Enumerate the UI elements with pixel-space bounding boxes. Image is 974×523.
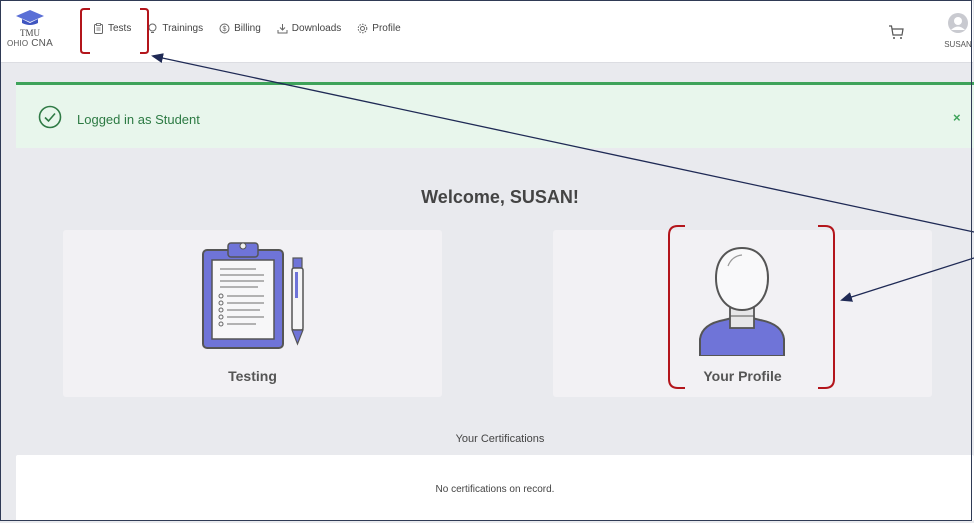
nav-tests-label: Tests	[108, 23, 132, 34]
profile-card[interactable]: Your Profile	[553, 230, 932, 397]
certifications-title: Your Certifications	[455, 433, 545, 445]
certifications-empty: No certifications on record.	[435, 484, 555, 495]
nav-billing-label: Billing	[234, 23, 261, 34]
main-nav: Tests Trainings $ Billing Downloads Prof…	[93, 23, 417, 34]
logo-state: OHIO CNA	[7, 38, 53, 49]
nav-billing[interactable]: $ Billing	[219, 23, 261, 34]
gear-icon	[357, 23, 368, 34]
welcome-heading: Welcome, SUSAN!	[421, 187, 579, 207]
alert-message: Logged in as Student	[77, 112, 200, 127]
certifications-panel: No certifications on record.	[16, 455, 974, 521]
profile-card-label: Your Profile	[703, 368, 782, 384]
nav-trainings[interactable]: Trainings	[147, 23, 203, 34]
user-name: SUSAN	[944, 40, 972, 49]
svg-text:$: $	[223, 26, 227, 33]
lightbulb-icon	[148, 23, 157, 33]
graduation-cap-icon	[16, 10, 44, 25]
user-menu[interactable]: SUSAN	[941, 13, 974, 49]
user-profile-icon	[699, 246, 785, 356]
nav-profile-label: Profile	[372, 23, 401, 34]
nav-tests[interactable]: Tests	[93, 23, 131, 34]
logo[interactable]: TMU OHIO CNA	[7, 9, 53, 57]
nav-trainings-label: Trainings	[162, 23, 204, 34]
clipboard-pen-icon	[202, 242, 304, 349]
avatar-icon	[948, 13, 968, 33]
nav-profile[interactable]: Profile	[357, 23, 401, 34]
testing-card[interactable]: Testing	[63, 230, 442, 397]
clipboard-icon	[94, 23, 103, 34]
testing-card-label: Testing	[228, 368, 277, 384]
dollar-icon: $	[219, 23, 230, 34]
cart-icon	[889, 25, 904, 39]
check-circle-icon	[38, 105, 62, 129]
logo-tmu: TMU	[20, 28, 40, 38]
alert-close-button[interactable]: ×	[953, 110, 961, 125]
cart-button[interactable]	[888, 25, 904, 45]
top-navbar: TMU OHIO CNA Tests Trainings $ Billing D…	[1, 1, 973, 63]
login-alert: Logged in as Student ×	[16, 82, 974, 148]
nav-downloads[interactable]: Downloads	[277, 23, 341, 34]
download-icon	[277, 24, 288, 34]
nav-downloads-label: Downloads	[291, 23, 342, 34]
